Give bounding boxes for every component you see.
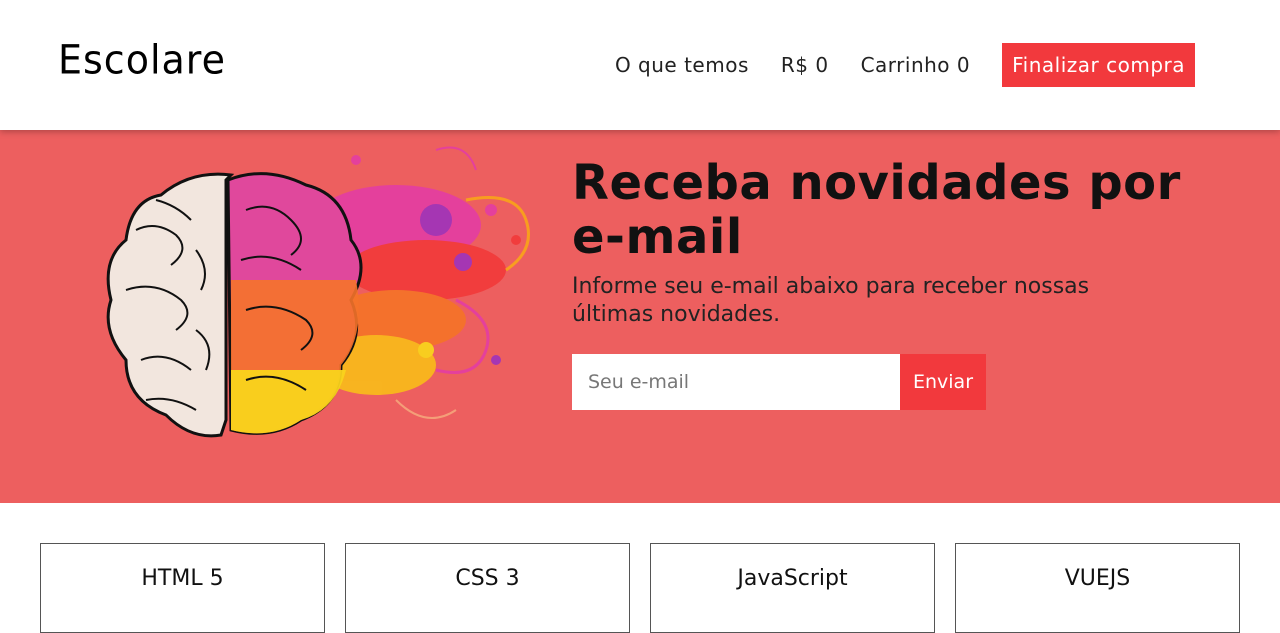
hero-subtitle: Informe seu e-mail abaixo para receber n…: [572, 274, 1090, 327]
course-card-vuejs[interactable]: VUEJS: [955, 543, 1240, 633]
checkout-button[interactable]: Finalizar compra: [1002, 43, 1195, 87]
newsletter-form: Enviar: [572, 354, 986, 410]
email-input[interactable]: [572, 354, 900, 410]
newsletter-hero: Receba novidades por e-mail Informe seu …: [0, 130, 1280, 503]
course-title: HTML 5: [141, 566, 224, 591]
course-card-html[interactable]: HTML 5: [40, 543, 325, 633]
brain-illustration: [106, 146, 530, 438]
hero-title: Receba novidades por e-mail: [572, 155, 1181, 265]
course-card-javascript[interactable]: JavaScript: [650, 543, 935, 633]
nav-link-about[interactable]: O que temos: [615, 43, 749, 87]
course-title: VUEJS: [1064, 566, 1131, 591]
logo[interactable]: Escolare: [58, 37, 226, 83]
main-nav: O que temos R$ 0 Carrinho 0 Finalizar co…: [615, 43, 1195, 87]
course-title: CSS 3: [455, 566, 520, 591]
site-header: Escolare O que temos R$ 0 Carrinho 0 Fin…: [0, 0, 1280, 130]
nav-cart-total[interactable]: R$ 0: [781, 43, 829, 87]
course-card-css[interactable]: CSS 3: [345, 543, 630, 633]
course-title: JavaScript: [737, 566, 848, 591]
course-cards: HTML 5 CSS 3 JavaScript VUEJS: [40, 543, 1240, 633]
brain-left-hemisphere: [106, 172, 235, 438]
send-button[interactable]: Enviar: [900, 354, 986, 410]
nav-cart[interactable]: Carrinho 0: [861, 43, 971, 87]
